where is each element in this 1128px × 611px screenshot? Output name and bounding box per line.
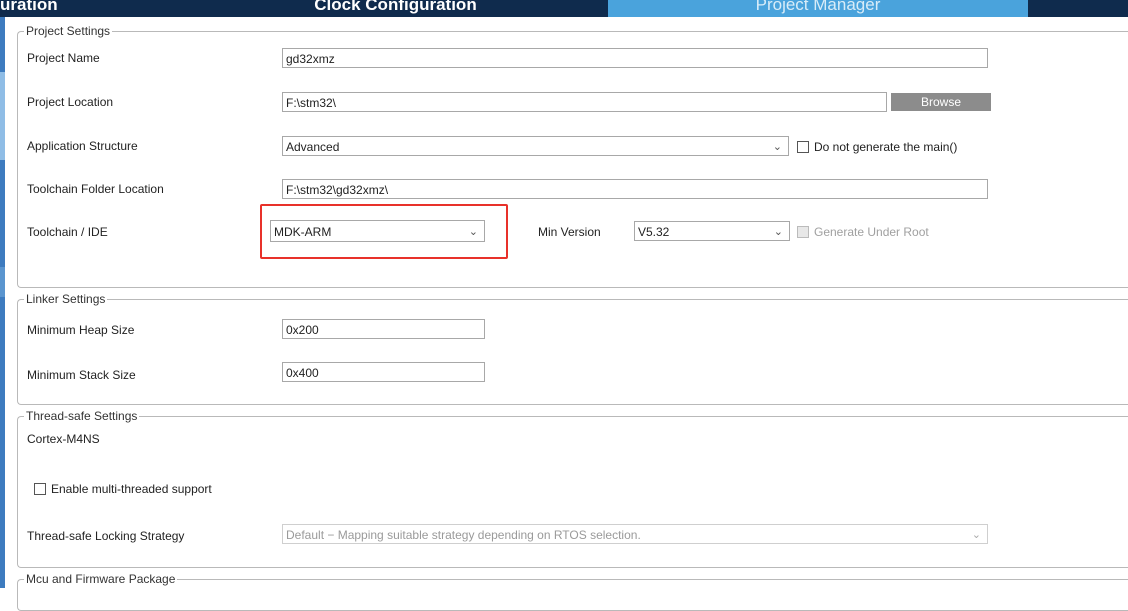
- core-label: Cortex-M4NS: [27, 432, 100, 446]
- toolchain-folder-label: Toolchain Folder Location: [27, 182, 164, 196]
- chevron-down-icon: ⌄: [772, 141, 782, 153]
- browse-button[interactable]: Browse: [891, 93, 991, 111]
- chevron-down-icon: ⌄: [971, 529, 981, 541]
- toolchain-folder-value: F:\stm32\gd32xmz\: [286, 183, 389, 197]
- generate-under-root-label: Generate Under Root: [814, 225, 929, 239]
- chevron-down-icon: ⌄: [773, 226, 783, 238]
- minimum-stack-size-label: Minimum Stack Size: [27, 368, 136, 382]
- enable-multi-threaded-label: Enable multi-threaded support: [51, 482, 212, 496]
- thread-safe-locking-select[interactable]: Default − Mapping suitable strategy depe…: [282, 524, 988, 544]
- minimum-heap-size-value: 0x200: [286, 323, 319, 337]
- project-name-value: gd32xmz: [286, 52, 335, 66]
- checkbox-icon: [797, 141, 809, 153]
- toolchain-ide-label: Toolchain / IDE: [27, 225, 108, 239]
- min-version-value: V5.32: [638, 225, 670, 239]
- thread-safe-locking-label: Thread-safe Locking Strategy: [27, 529, 185, 543]
- project-location-input[interactable]: F:\stm32\: [282, 92, 887, 112]
- tab-pinout-configuration[interactable]: uration: [0, 0, 183, 17]
- project-location-value: F:\stm32\: [286, 96, 337, 110]
- do-not-generate-main-label: Do not generate the main(): [814, 140, 958, 154]
- left-side-strip: [0, 17, 5, 588]
- application-structure-label: Application Structure: [27, 139, 138, 153]
- project-settings-group: Project Settings: [17, 24, 1128, 288]
- tab-bar: uration Clock Configuration Project Mana…: [0, 0, 1128, 17]
- min-version-select[interactable]: V5.32 ⌄: [634, 221, 790, 241]
- mcu-firmware-package-group: Mcu and Firmware Package: [17, 572, 1128, 611]
- project-name-label: Project Name: [27, 51, 100, 65]
- project-location-label: Project Location: [27, 95, 114, 109]
- minimum-stack-size-input[interactable]: 0x400: [282, 362, 485, 382]
- min-version-label: Min Version: [538, 225, 601, 239]
- project-settings-legend: Project Settings: [24, 24, 113, 38]
- left-strip-marker: [0, 267, 5, 297]
- left-strip-highlight: [0, 72, 5, 160]
- tab-tools[interactable]: [1030, 0, 1128, 17]
- project-name-input[interactable]: gd32xmz: [282, 48, 988, 68]
- minimum-heap-size-input[interactable]: 0x200: [282, 319, 485, 339]
- application-structure-value: Advanced: [286, 140, 340, 154]
- mcu-firmware-package-legend: Mcu and Firmware Package: [24, 572, 178, 586]
- toolchain-folder-input[interactable]: F:\stm32\gd32xmz\: [282, 179, 988, 199]
- thread-safe-settings-legend: Thread-safe Settings: [24, 409, 140, 423]
- generate-under-root-checkbox[interactable]: Generate Under Root: [797, 225, 929, 239]
- enable-multi-threaded-checkbox[interactable]: Enable multi-threaded support: [34, 482, 212, 496]
- minimum-stack-size-value: 0x400: [286, 366, 319, 380]
- linker-settings-group: Linker Settings: [17, 292, 1128, 405]
- application-structure-select[interactable]: Advanced ⌄: [282, 136, 789, 156]
- checkbox-icon: [34, 483, 46, 495]
- thread-safe-locking-value: Default − Mapping suitable strategy depe…: [286, 528, 641, 542]
- linker-settings-legend: Linker Settings: [24, 292, 108, 306]
- tab-project-manager[interactable]: Project Manager: [608, 0, 1028, 17]
- checkbox-icon: [797, 226, 809, 238]
- red-highlight-box: [260, 204, 508, 259]
- do-not-generate-main-checkbox[interactable]: Do not generate the main(): [797, 140, 957, 154]
- tab-clock-configuration[interactable]: Clock Configuration: [185, 0, 606, 17]
- minimum-heap-size-label: Minimum Heap Size: [27, 323, 135, 337]
